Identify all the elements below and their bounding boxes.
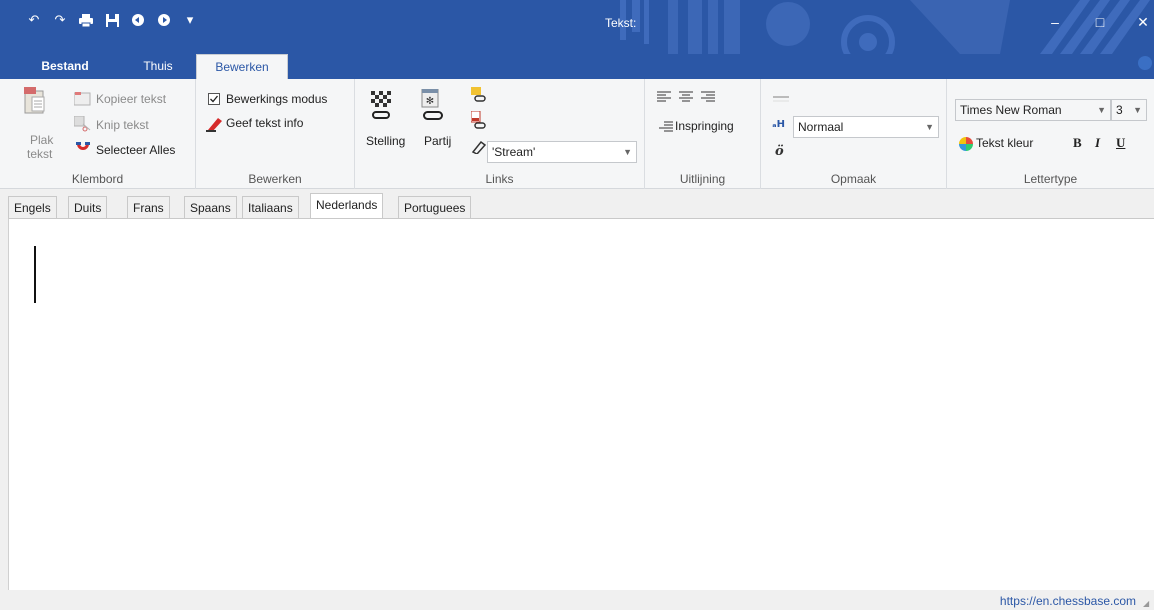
ribbon-tab-bar: Bestand Thuis Bewerken <box>0 54 1154 79</box>
print-icon[interactable] <box>78 12 94 28</box>
font-name-value: Times New Roman <box>960 103 1062 117</box>
title-bar: ↶ ↷ ▾ Tekst: ‒ □ ✕ <box>0 0 1154 54</box>
copy-icon <box>73 92 92 109</box>
chevron-down-icon: ▼ <box>623 147 632 157</box>
italic-button[interactable]: I <box>1095 135 1100 151</box>
help-icon[interactable] <box>1138 56 1152 70</box>
resize-grip-icon[interactable]: ◢ <box>1143 599 1151 608</box>
svg-text:✻: ✻ <box>426 96 434 107</box>
group-opmaak: ₐH Normaal ▼ ö Opmaak <box>761 79 947 189</box>
text-info-icon <box>206 116 224 135</box>
horizontal-line-icon[interactable] <box>773 92 789 106</box>
font-name-combo[interactable]: Times New Roman ▼ <box>955 99 1111 121</box>
font-size-combo[interactable]: 3 ▼ <box>1111 99 1147 121</box>
cut-icon <box>73 115 92 135</box>
align-center-icon[interactable] <box>679 91 693 106</box>
bold-button[interactable]: B <box>1073 135 1082 151</box>
select-all-icon <box>75 141 91 160</box>
tab-nederlands[interactable]: Nederlands <box>310 193 384 218</box>
group-label-opmaak: Opmaak <box>830 172 877 186</box>
group-label-klembord: Klembord <box>71 172 124 186</box>
tab-bewerken[interactable]: Bewerken <box>196 54 288 79</box>
tab-duits[interactable]: Duits <box>68 196 108 218</box>
underline-button[interactable]: U <box>1116 135 1125 151</box>
svg-text:ₐH: ₐH <box>772 119 785 129</box>
group-lettertype: Times New Roman ▼ 3 ▼ Tekst kleur B I U … <box>947 79 1154 189</box>
image-link-icon[interactable] <box>471 87 487 106</box>
text-editor[interactable] <box>8 218 1154 590</box>
stream-combo[interactable]: 'Stream' ▼ <box>487 141 637 163</box>
customize-dropdown-icon[interactable]: ▾ <box>182 12 198 28</box>
undo-icon[interactable]: ↶ <box>26 12 42 28</box>
group-label-lettertype: Lettertype <box>1023 172 1078 186</box>
text-color-button[interactable]: Tekst kleur <box>976 136 1033 150</box>
stream-link-icon <box>471 140 487 157</box>
stream-combo-value: 'Stream' <box>492 145 536 159</box>
paste-label-line2[interactable]: tekst <box>27 147 52 161</box>
close-button[interactable]: ✕ <box>1128 9 1154 35</box>
group-links: Stelling ✻ Partij 'Stream' ▼ Links <box>355 79 645 189</box>
diacritics-icon[interactable]: ö <box>774 142 788 159</box>
save-icon[interactable] <box>104 12 120 28</box>
edit-mode-checkbox[interactable] <box>208 93 220 108</box>
indent-button[interactable]: Inspringing <box>675 119 734 133</box>
chevron-down-icon: ▼ <box>925 122 934 132</box>
tab-thuis[interactable]: Thuis <box>128 54 188 79</box>
chessbase-link[interactable]: https://en.chessbase.com <box>1000 594 1136 608</box>
tab-portuguees[interactable]: Portuguees <box>398 196 472 218</box>
pdf-link-icon[interactable] <box>470 110 487 132</box>
tab-engels[interactable]: Engels <box>8 196 57 218</box>
redo-icon[interactable]: ↷ <box>52 12 68 28</box>
text-caret <box>34 246 36 303</box>
position-link-button[interactable]: Stelling <box>366 134 405 148</box>
group-klembord: Plak tekst Kopieer tekst Knip tekst Sele… <box>0 79 196 189</box>
window-title: Tekst: <box>605 16 637 30</box>
tab-bestand[interactable]: Bestand <box>30 54 100 79</box>
edit-mode-label[interactable]: Bewerkings modus <box>226 92 327 106</box>
align-right-icon[interactable] <box>701 91 715 106</box>
game-link-icon: ✻ <box>420 88 446 124</box>
paste-label-line1[interactable]: Plak <box>30 133 53 147</box>
quick-access-toolbar: ↶ ↷ ▾ <box>26 12 198 28</box>
text-info-button[interactable]: Geef tekst info <box>226 116 303 130</box>
group-label-bewerken: Bewerken <box>248 172 302 186</box>
group-label-links: Links <box>485 172 514 186</box>
align-left-icon[interactable] <box>657 91 671 106</box>
color-wheel-icon <box>959 137 973 154</box>
paste-icon[interactable] <box>24 87 46 118</box>
group-label-uitlijning: Uitlijning <box>679 172 726 186</box>
indent-icon <box>659 121 673 136</box>
select-all-button[interactable]: Selecteer Alles <box>96 143 175 157</box>
chevron-down-icon: ▼ <box>1097 105 1106 115</box>
style-combo-value: Normaal <box>798 120 844 134</box>
position-link-icon <box>369 91 393 124</box>
svg-text:ö: ö <box>775 144 784 156</box>
minimize-button[interactable]: ‒ <box>1040 9 1070 35</box>
group-uitlijning: Inspringing Uitlijning <box>645 79 761 189</box>
maximize-button[interactable]: □ <box>1085 9 1115 35</box>
ribbon: Plak tekst Kopieer tekst Knip tekst Sele… <box>0 79 1154 189</box>
cut-button[interactable]: Knip tekst <box>96 118 149 132</box>
copy-button[interactable]: Kopieer tekst <box>96 92 166 106</box>
tab-frans[interactable]: Frans <box>127 196 170 218</box>
style-combo[interactable]: Normaal ▼ <box>793 116 939 138</box>
game-link-button[interactable]: Partij <box>424 134 451 148</box>
font-size-value: 3 <box>1116 103 1123 117</box>
tab-italiaans[interactable]: Italiaans <box>242 196 299 218</box>
forward-icon[interactable] <box>156 12 172 28</box>
tab-spaans[interactable]: Spaans <box>184 196 237 218</box>
chevron-down-icon: ▼ <box>1133 105 1142 115</box>
back-icon[interactable] <box>130 12 146 28</box>
group-bewerken: Bewerkings modus Geef tekst info Bewerke… <box>196 79 355 189</box>
status-bar: https://en.chessbase.com ◢ <box>0 590 1154 610</box>
style-icon: ₐH <box>772 117 792 132</box>
